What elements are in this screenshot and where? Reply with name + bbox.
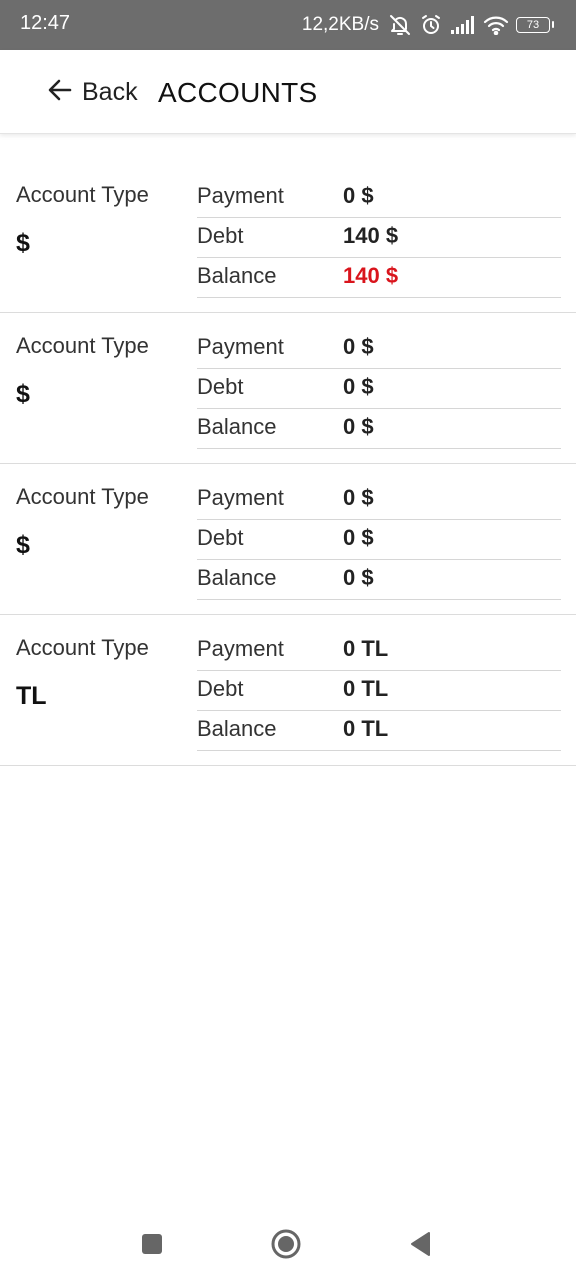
battery-level: 73	[526, 18, 540, 31]
alarm-icon	[419, 13, 443, 37]
debt-row: Debt 0 TL	[197, 671, 561, 711]
balance-row: Balance 0 TL	[197, 711, 561, 751]
payment-value: 0 $	[343, 183, 374, 208]
account-card[interactable]: Account Type TL Payment 0 TL Debt 0 TL B…	[0, 615, 576, 766]
account-details: Payment 0 $ Debt 0 $ Balance 0 $	[197, 480, 561, 600]
debt-row: Debt 0 $	[197, 369, 561, 409]
back-button[interactable]: Back	[46, 74, 138, 110]
account-card[interactable]: Account Type $ Payment 0 $ Debt 140 $ Ba…	[0, 162, 576, 313]
arrow-left-icon	[46, 76, 74, 109]
debt-value: 0 $	[343, 374, 374, 399]
balance-label: Balance	[197, 414, 277, 439]
payment-row: Payment 0 $	[197, 329, 561, 369]
recents-square-icon	[140, 1232, 164, 1261]
app-bar: Back ACCOUNTS	[0, 50, 576, 134]
account-type-label: Account Type	[16, 484, 149, 509]
back-label: Back	[82, 77, 138, 106]
status-bar: 12:47 12,2KB/s 73	[0, 0, 576, 50]
debt-label: Debt	[197, 525, 244, 550]
account-type-label: Account Type	[16, 333, 149, 358]
balance-value: 0 $	[343, 565, 374, 590]
debt-label: Debt	[197, 374, 244, 399]
wifi-icon	[483, 15, 509, 35]
accounts-list: Account Type $ Payment 0 $ Debt 140 $ Ba…	[0, 162, 576, 766]
balance-value: 0 TL	[343, 716, 389, 741]
status-icons: 12,2KB/s 73	[301, 10, 554, 40]
status-time: 12:47	[20, 12, 71, 34]
signal-icon	[450, 15, 476, 35]
account-details: Payment 0 $ Debt 140 $ Balance 140 $	[197, 178, 561, 298]
payment-row: Payment 0 $	[197, 178, 561, 218]
debt-label: Debt	[197, 223, 244, 248]
home-circle-icon	[270, 1228, 302, 1265]
payment-label: Payment	[197, 334, 284, 359]
account-currency: TL	[16, 682, 47, 710]
payment-value: 0 TL	[343, 636, 389, 661]
account-currency: $	[16, 380, 30, 408]
balance-label: Balance	[197, 263, 277, 288]
debt-value: 140 $	[343, 223, 399, 248]
balance-row: Balance 0 $	[197, 409, 561, 449]
nav-back-button[interactable]	[402, 1228, 438, 1264]
back-triangle-icon	[407, 1230, 433, 1263]
account-type-label: Account Type	[16, 182, 149, 207]
home-button[interactable]	[268, 1228, 304, 1264]
debt-label: Debt	[197, 676, 244, 701]
debt-row: Debt 140 $	[197, 218, 561, 258]
debt-value: 0 TL	[343, 676, 389, 701]
bell-off-icon	[388, 13, 412, 37]
balance-row: Balance 140 $	[197, 258, 561, 298]
debt-row: Debt 0 $	[197, 520, 561, 560]
account-details: Payment 0 TL Debt 0 TL Balance 0 TL	[197, 631, 561, 751]
recents-button[interactable]	[134, 1228, 170, 1264]
payment-value: 0 $	[343, 334, 374, 359]
balance-value: 0 $	[343, 414, 374, 439]
payment-row: Payment 0 $	[197, 480, 561, 520]
account-card[interactable]: Account Type $ Payment 0 $ Debt 0 $ Bala…	[0, 313, 576, 464]
system-nav-bar	[0, 1212, 576, 1280]
balance-value: 140 $	[343, 263, 399, 288]
payment-value: 0 $	[343, 485, 374, 510]
battery-icon: 73	[516, 17, 554, 33]
debt-value: 0 $	[343, 525, 374, 550]
account-card[interactable]: Account Type $ Payment 0 $ Debt 0 $ Bala…	[0, 464, 576, 615]
account-details: Payment 0 $ Debt 0 $ Balance 0 $	[197, 329, 561, 449]
payment-label: Payment	[197, 485, 284, 510]
balance-row: Balance 0 $	[197, 560, 561, 600]
payment-label: Payment	[197, 636, 284, 661]
network-speed: 12,2KB/s	[301, 14, 379, 35]
balance-label: Balance	[197, 716, 277, 741]
account-type-label: Account Type	[16, 635, 149, 660]
account-currency: $	[16, 229, 30, 257]
account-currency: $	[16, 531, 30, 559]
page-title: ACCOUNTS	[158, 77, 318, 108]
balance-label: Balance	[197, 565, 277, 590]
payment-label: Payment	[197, 183, 284, 208]
payment-row: Payment 0 TL	[197, 631, 561, 671]
